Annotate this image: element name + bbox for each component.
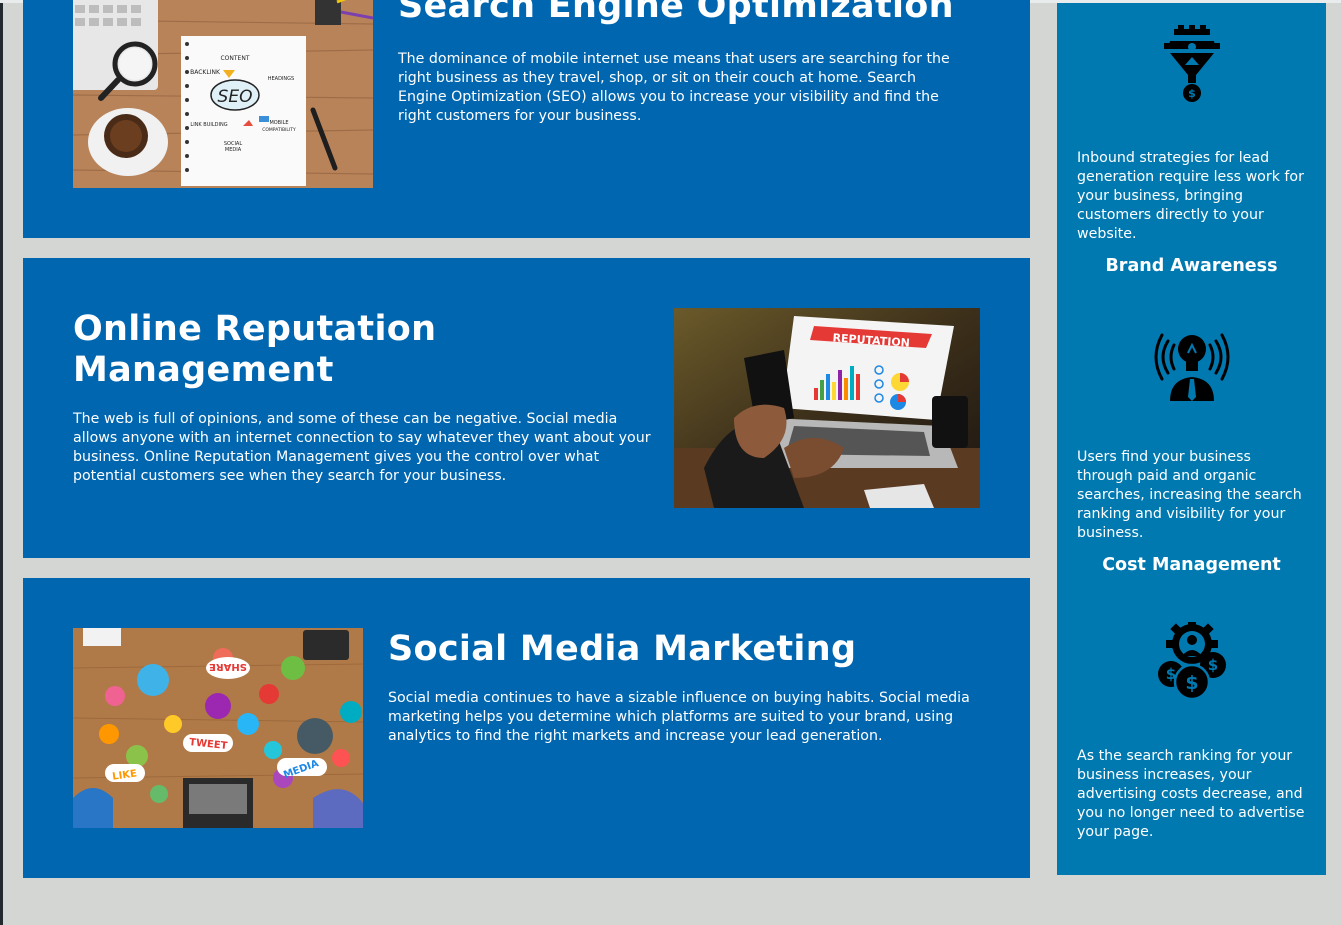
seo-description: The dominance of mobile internet use mea… (398, 51, 950, 124)
svg-text:$: $ (1188, 87, 1196, 100)
benefits-sidebar: $ Inbound strategies for lead generation… (1057, 3, 1326, 875)
cost-management-title: Cost Management (1102, 555, 1281, 575)
smm-description: Social media continues to have a sizable… (388, 690, 970, 744)
seo-image-word-seo: SEO (218, 87, 253, 107)
seo-image: SEO CONTENT BACKLINK HEADINGS LINK BUILD… (73, 0, 373, 188)
funnel-gear-icon: $ (1152, 22, 1232, 105)
svg-text:MEDIA: MEDIA (225, 147, 242, 153)
seo-title: Search Engine Optimization (398, 0, 954, 26)
orm-image: REPUTATION (674, 308, 980, 508)
cost-management-text: As the search ranking for your business … (1077, 748, 1305, 840)
orm-description: The web is full of opinions, and some of… (73, 411, 651, 484)
orm-title: Online Reputation Management (73, 309, 437, 390)
smm-title: Social Media Marketing (388, 629, 857, 669)
lead-generation-text: Inbound strategies for lead generation r… (1077, 150, 1304, 242)
smm-image: SHARE TWEET LIKE MEDIA (73, 628, 363, 828)
smm-section: SHARE TWEET LIKE MEDIA Social Media Mark… (23, 578, 1030, 878)
brand-awareness-title: Brand Awareness (1105, 256, 1278, 276)
window-edge (0, 0, 3, 925)
svg-text:HEADINGS: HEADINGS (268, 76, 294, 82)
svg-text:$: $ (1208, 656, 1218, 674)
brand-awareness-text: Users find your business through paid an… (1077, 449, 1302, 541)
svg-text:COMPATIBILITY: COMPATIBILITY (262, 127, 296, 133)
svg-text:CONTENT: CONTENT (220, 55, 249, 62)
svg-text:BACKLINK: BACKLINK (190, 69, 221, 76)
orm-section: Online Reputation Management The web is … (23, 258, 1030, 558)
seo-section: SEO CONTENT BACKLINK HEADINGS LINK BUILD… (23, 0, 1030, 238)
lightbulb-broadcast-icon (1152, 323, 1232, 403)
money-gear-icon: $ $ $ (1152, 621, 1232, 702)
svg-text:$: $ (1166, 665, 1176, 683)
svg-text:MOBILE: MOBILE (269, 120, 288, 126)
svg-text:$: $ (1185, 672, 1198, 694)
smm-image-word-share: SHARE (209, 661, 247, 672)
svg-text:LINK BUILDING: LINK BUILDING (190, 122, 227, 128)
